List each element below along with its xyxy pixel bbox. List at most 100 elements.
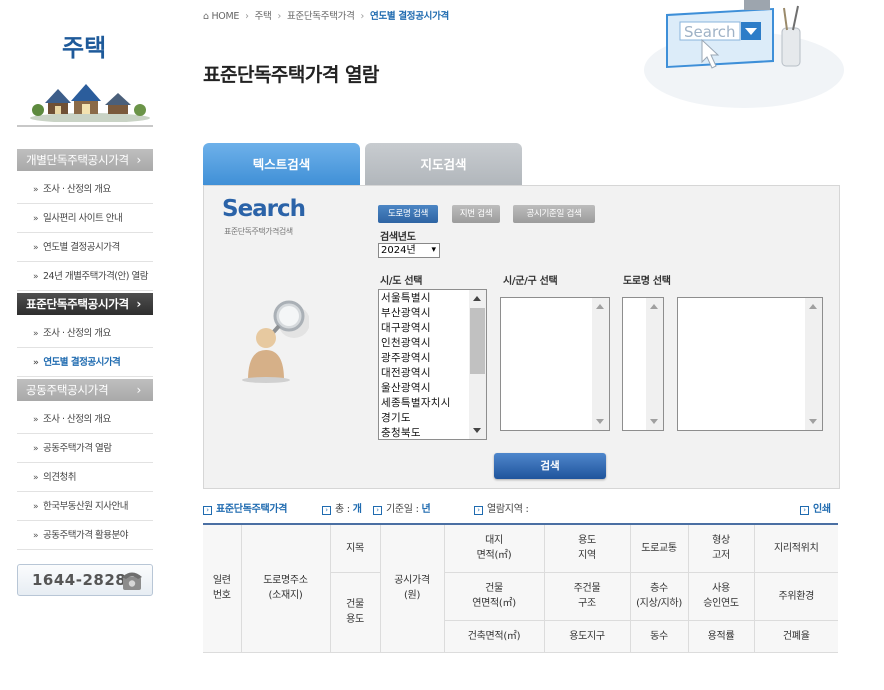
year-select[interactable]: 2024년 ▾ bbox=[378, 243, 440, 258]
sidebar-item-branch-info[interactable]: » 한국부동산원 지사안내 bbox=[17, 492, 153, 521]
sidebar-section-apartment[interactable]: 공동주택공시가격 › bbox=[17, 379, 153, 401]
scroll-down-icon[interactable] bbox=[809, 419, 817, 424]
scroll-down-icon[interactable] bbox=[650, 419, 658, 424]
info-date-value: 년 bbox=[421, 504, 431, 515]
sido-option[interactable]: 울산광역시 bbox=[381, 381, 431, 396]
tab-map-search[interactable]: 지도검색 bbox=[365, 143, 522, 186]
sido-scrollbar[interactable] bbox=[469, 290, 486, 439]
col-header-price: 공시가격 (원) bbox=[379, 524, 445, 653]
search-submit-button[interactable]: 검색 bbox=[494, 453, 606, 479]
square-arrow-icon: › bbox=[474, 506, 483, 515]
sido-option[interactable]: 인천광역시 bbox=[381, 336, 431, 351]
sidebar-item-label: 공동주택가격 활용분야 bbox=[43, 530, 128, 541]
sido-option[interactable]: 서울특별시 bbox=[381, 291, 431, 306]
sidebar-item-24-draft-view[interactable]: » 24년 개별주택가격(안) 열람 bbox=[17, 262, 153, 291]
sigungu-scrollbar[interactable] bbox=[592, 298, 609, 430]
sigungu-listbox[interactable] bbox=[500, 297, 610, 431]
telephone-icon bbox=[122, 572, 142, 590]
col-header-building-count: 동수 bbox=[629, 620, 689, 653]
houses-illustration bbox=[30, 84, 150, 122]
home-icon[interactable]: ⌂ bbox=[203, 11, 209, 22]
breadcrumb-separator: › bbox=[245, 11, 249, 22]
sidebar-item-opinion[interactable]: » 의견청취 bbox=[17, 463, 153, 492]
chevron-down-icon: ▾ bbox=[431, 245, 436, 255]
road-initial-listbox[interactable] bbox=[622, 297, 664, 431]
sidebar-item-survey-overview[interactable]: » 조사 · 산정의 개요 bbox=[17, 405, 153, 434]
scroll-thumb[interactable] bbox=[470, 308, 485, 374]
bullet-icon: » bbox=[33, 358, 39, 368]
sidebar-item-label: 조사 · 산정의 개요 bbox=[43, 328, 111, 339]
sido-option[interactable]: 충청북도 bbox=[381, 426, 421, 441]
col-header-geo-location: 지리적위치 bbox=[753, 524, 838, 573]
bullet-icon: » bbox=[33, 473, 39, 483]
search-hero-illustration: Search bbox=[644, 0, 844, 108]
sido-option[interactable]: 대구광역시 bbox=[381, 321, 431, 336]
scroll-down-icon[interactable] bbox=[473, 428, 481, 433]
sidebar-item-usage-fields[interactable]: » 공동주택가격 활용분야 bbox=[17, 521, 153, 550]
sidebar-item-label: 공동주택가격 열람 bbox=[43, 443, 112, 454]
sido-option[interactable]: 부산광역시 bbox=[381, 306, 431, 321]
col-header-road-traffic: 도로교통 bbox=[629, 524, 689, 573]
road-name-search-button[interactable]: 도로명 검색 bbox=[378, 205, 438, 223]
sido-listbox[interactable]: 서울특별시 부산광역시 대구광역시 인천광역시 광주광역시 대전광역시 울산광역… bbox=[378, 289, 487, 440]
col-header-lot-category: 지목 bbox=[329, 524, 381, 573]
sido-option[interactable]: 경기도 bbox=[381, 411, 411, 426]
breadcrumb-separator: › bbox=[277, 11, 281, 22]
sido-option[interactable]: 대전광역시 bbox=[381, 366, 431, 381]
scroll-up-icon[interactable] bbox=[473, 296, 481, 301]
info-base-date: › 기준일 : 년 bbox=[373, 500, 431, 515]
road-name-listbox[interactable] bbox=[677, 297, 823, 431]
lot-number-search-button[interactable]: 지번 검색 bbox=[452, 205, 500, 223]
phone-banner[interactable]: 1644-2828 bbox=[17, 564, 153, 596]
sidebar-item-apartment-view[interactable]: » 공동주택가격 열람 bbox=[17, 434, 153, 463]
magnifier-person-illustration bbox=[242, 300, 309, 383]
search-logo: Search bbox=[222, 196, 306, 222]
sidebar-divider bbox=[17, 125, 153, 127]
sido-option[interactable]: 광주광역시 bbox=[381, 351, 431, 366]
sidebar-item-yearly-price-active[interactable]: » 연도별 결정공시가격 bbox=[17, 348, 153, 377]
sidebar-section-individual-house[interactable]: 개별단독주택공시가격 › bbox=[17, 149, 153, 171]
info-region-label: 열람지역 : bbox=[487, 504, 529, 515]
sidebar-item-survey-overview[interactable]: » 조사 · 산정의 개요 bbox=[17, 175, 153, 204]
sidebar-item-ilsa-site[interactable]: » 일사편리 사이트 안내 bbox=[17, 204, 153, 233]
sidebar-item-yearly-price[interactable]: » 연도별 결정공시가격 bbox=[17, 233, 153, 262]
sidebar-item-label: 연도별 결정공시가격 bbox=[43, 242, 120, 253]
breadcrumb-standard-house[interactable]: 표준단독주택가격 bbox=[287, 11, 355, 22]
col-header-use-district: 용도지구 bbox=[543, 620, 631, 653]
base-date-search-button[interactable]: 공시기준일 검색 bbox=[513, 205, 595, 223]
bullet-icon: » bbox=[33, 185, 39, 195]
chevron-right-icon: › bbox=[136, 153, 142, 167]
info-date-label: 기준일 : bbox=[386, 504, 419, 515]
hero-search-text: Search bbox=[684, 23, 736, 41]
search-logo-subtitle: 표준단독주택가격검색 bbox=[224, 227, 293, 236]
result-table: 일련 번호 도로명주소 (소재지) 지목 공시가격 (원) 대지 면적(㎡) 용도 지역 … bbox=[203, 523, 838, 653]
sidebar-item-label: 연도별 결정공시가격 bbox=[43, 357, 121, 368]
col-header-floor-area-ratio: 용적률 bbox=[687, 620, 755, 653]
print-link[interactable]: › 인쇄 bbox=[800, 500, 831, 515]
road-initial-scrollbar[interactable] bbox=[646, 298, 663, 430]
col-header-floor-area: 건물 연면적(㎡) bbox=[443, 572, 545, 621]
tab-text-search[interactable]: 텍스트검색 bbox=[203, 143, 360, 186]
sidebar-item-survey-overview[interactable]: » 조사 · 산정의 개요 bbox=[17, 319, 153, 348]
info-count: › 총 : 개 bbox=[322, 500, 362, 515]
road-name-scrollbar[interactable] bbox=[805, 298, 822, 430]
scroll-up-icon[interactable] bbox=[809, 304, 817, 309]
search-panel: Search 표준단독주택가격검색 도로명 검색 지번 검색 공시기준일 검색 … bbox=[203, 185, 840, 489]
sidebar-title: 주택 bbox=[62, 34, 107, 62]
scroll-up-icon[interactable] bbox=[596, 304, 604, 309]
bullet-icon: » bbox=[33, 444, 39, 454]
info-count-label: 총 : bbox=[335, 504, 350, 515]
square-arrow-icon: › bbox=[203, 506, 212, 515]
col-header-main-structure: 주건물 구조 bbox=[543, 572, 631, 621]
col-header-land-area: 대지 면적(㎡) bbox=[443, 524, 545, 573]
section-label: 개별단독주택공시가격 bbox=[26, 153, 129, 167]
road-name-label: 도로명 선택 bbox=[623, 276, 671, 287]
square-arrow-icon: › bbox=[373, 506, 382, 515]
sidebar-section-standard-house[interactable]: 표준단독주택공시가격 › bbox=[17, 293, 153, 315]
sido-option[interactable]: 세종특별자치시 bbox=[381, 396, 451, 411]
breadcrumb-home[interactable]: HOME bbox=[211, 11, 239, 22]
sidebar-item-label: 의견청취 bbox=[43, 472, 76, 483]
scroll-down-icon[interactable] bbox=[596, 419, 604, 424]
scroll-up-icon[interactable] bbox=[650, 304, 658, 309]
breadcrumb-house[interactable]: 주택 bbox=[255, 11, 272, 22]
